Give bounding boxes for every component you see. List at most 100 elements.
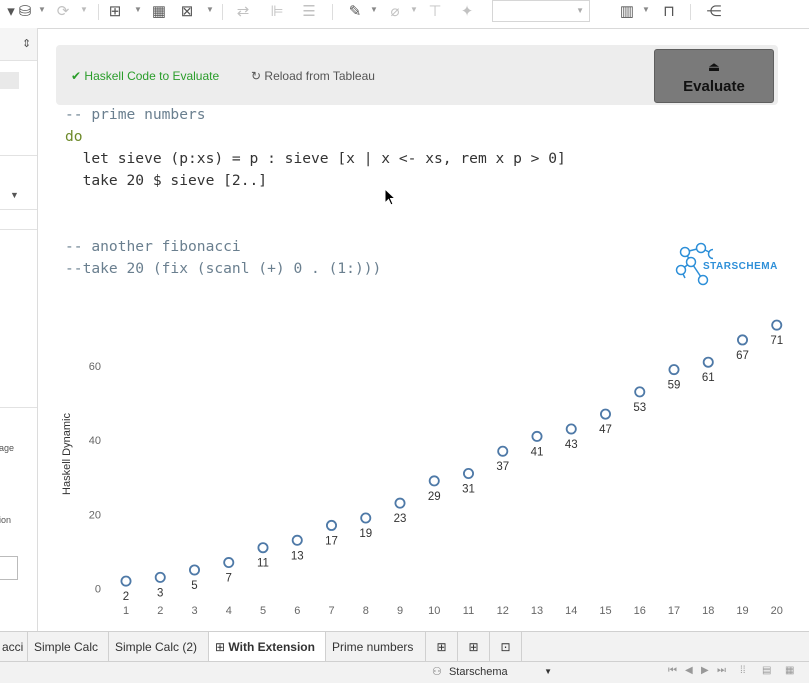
grid-view-icon[interactable]: ⁞⁞ — [740, 665, 746, 676]
sort-ascending-icon[interactable]: ⊫ — [266, 3, 288, 21]
x-tick-label: 17 — [668, 605, 680, 617]
caret-down-icon[interactable]: ▼ — [206, 5, 214, 14]
new-worksheet-icon[interactable]: ⊞ — [104, 3, 126, 21]
user-name: Starschema — [448, 666, 508, 678]
tab-with-extension[interactable]: ⊞ With Extension — [209, 632, 326, 662]
reload-icon: ↻ — [251, 69, 262, 83]
data-label: 59 — [668, 380, 681, 392]
logo-text: STARSCHEMA — [703, 261, 778, 272]
tab-simple-calc-2[interactable]: Simple Calc (2) — [109, 632, 209, 662]
code-editor[interactable]: -- prime numbers do let sieve (p:xs) = p … — [65, 104, 566, 280]
caret-down-icon[interactable]: ▼ — [370, 5, 378, 14]
x-tick-label: 5 — [260, 605, 266, 617]
new-story-icon[interactable]: ⊡ — [490, 632, 522, 662]
x-tick-label: 11 — [463, 605, 474, 617]
show-me-icon[interactable]: ▥ — [616, 3, 638, 21]
new-worksheet-icon[interactable]: ⊞ — [426, 632, 458, 662]
x-tick-label: 9 — [397, 605, 403, 617]
caret-down-icon[interactable]: ▼ — [134, 5, 142, 14]
data-label: 61 — [702, 372, 715, 384]
data-point — [462, 467, 474, 479]
prev-page-icon[interactable]: ◀ — [685, 665, 693, 676]
x-tick-label: 7 — [328, 605, 334, 617]
data-point — [360, 512, 372, 524]
tab-sheet[interactable]: acci — [0, 632, 28, 662]
presentation-icon[interactable]: ⊓ — [658, 3, 680, 21]
share-icon[interactable]: ⋲ — [703, 3, 725, 21]
panel-label: ion — [0, 515, 12, 525]
code-line: let sieve (p:xs) = p : sieve [x | x <- x… — [65, 150, 566, 167]
sort-icon[interactable]: ⇕ — [22, 37, 31, 50]
data-point — [702, 356, 714, 368]
x-tick-label: 19 — [736, 605, 748, 617]
data-label: 29 — [428, 491, 441, 503]
data-label: 17 — [325, 535, 338, 547]
duplicate-icon[interactable]: ▦ — [148, 3, 170, 21]
caret-down-icon[interactable]: ▼ — [410, 5, 418, 14]
dropdown-icon[interactable]: ▼ — [10, 190, 19, 200]
caret-down-icon[interactable]: ▼ — [80, 5, 88, 14]
datasource-icon[interactable]: ⛁ — [14, 3, 36, 21]
highlight-icon[interactable]: ✎ — [344, 3, 366, 21]
code-line: do — [65, 128, 83, 145]
data-point — [154, 571, 166, 583]
tabs-view-icon[interactable]: ▦ — [785, 665, 794, 676]
user-menu[interactable]: ⚇ Starschema ▼ — [432, 664, 556, 680]
reload-link[interactable]: ↻ Reload from Tableau — [251, 69, 375, 83]
data-point — [257, 542, 269, 554]
refresh-icon[interactable]: ⟳ — [52, 3, 74, 21]
x-tick-label: 2 — [157, 605, 163, 617]
first-page-icon[interactable]: ⏮ — [668, 665, 677, 676]
y-tick-label: 60 — [89, 361, 101, 373]
check-icon: ✔ — [71, 69, 82, 83]
fit-select[interactable]: ▼ — [492, 0, 590, 22]
caret-down-icon[interactable]: ▼ — [38, 5, 46, 14]
left-panel: ⇕ ▼ age ion — [0, 28, 38, 631]
labels-icon[interactable]: ⊤ — [424, 3, 446, 21]
swap-icon[interactable]: ⇄ — [232, 3, 254, 21]
evaluate-button[interactable]: ⏏ Evaluate — [654, 49, 774, 103]
x-tick-label: 16 — [634, 605, 646, 617]
filmstrip-icon[interactable]: ▤ — [762, 665, 771, 676]
data-label: 13 — [291, 550, 304, 562]
extension-panel: ✔ Haskell Code to Evaluate ↻ Reload from… — [56, 45, 778, 105]
evaluate-label: Evaluate — [683, 78, 745, 95]
toolbar: ▾ ⛁ ▼ ⟳ ▼ ⊞ ▼ ▦ ⊠ ▼ ⇄ ⊫ ☰ ✎ ▼ ⌀ ▼ ⊤ ✦ ▼ … — [0, 0, 809, 29]
new-dashboard-icon[interactable]: ⊞ — [458, 632, 490, 662]
group-icon[interactable]: ⌀ — [384, 3, 406, 21]
x-tick-label: 18 — [702, 605, 714, 617]
data-point — [600, 408, 612, 420]
code-status: ✔ Haskell Code to Evaluate — [71, 69, 219, 83]
tab-simple-calc[interactable]: Simple Calc — [28, 632, 109, 662]
caret-down-icon[interactable]: ▼ — [642, 5, 650, 14]
data-label: 41 — [531, 446, 544, 458]
y-axis-label: Haskell Dynamic — [61, 413, 73, 495]
code-line: --take 20 (fix (scanl (+) 0 . (1:))) — [65, 260, 382, 277]
data-label: 2 — [123, 591, 129, 603]
x-tick-label: 8 — [363, 605, 369, 617]
data-point — [531, 430, 543, 442]
starschema-logo: STARSCHEMA — [673, 240, 783, 288]
data-label: 37 — [496, 461, 509, 473]
clear-sheet-icon[interactable]: ⊠ — [176, 3, 198, 21]
code-line: -- another fibonacci — [65, 238, 241, 255]
panel-item[interactable] — [0, 72, 19, 89]
sort-descending-icon[interactable]: ☰ — [298, 3, 320, 21]
data-point — [737, 334, 749, 346]
tab-prime-numbers[interactable]: Prime numbers — [326, 632, 426, 662]
user-icon: ⚇ — [432, 666, 442, 678]
x-tick-label: 6 — [294, 605, 300, 617]
panel-input[interactable] — [0, 556, 18, 580]
pin-icon[interactable]: ✦ — [456, 3, 478, 21]
data-label: 53 — [633, 402, 646, 414]
x-tick-label: 14 — [565, 605, 577, 617]
x-tick-label: 10 — [428, 605, 440, 617]
caret-down-icon: ▼ — [544, 667, 552, 676]
last-page-icon[interactable]: ⏭ — [717, 665, 726, 676]
x-tick-label: 3 — [191, 605, 197, 617]
data-point — [771, 319, 783, 331]
next-page-icon[interactable]: ▶ — [701, 665, 709, 676]
data-point — [325, 519, 337, 531]
